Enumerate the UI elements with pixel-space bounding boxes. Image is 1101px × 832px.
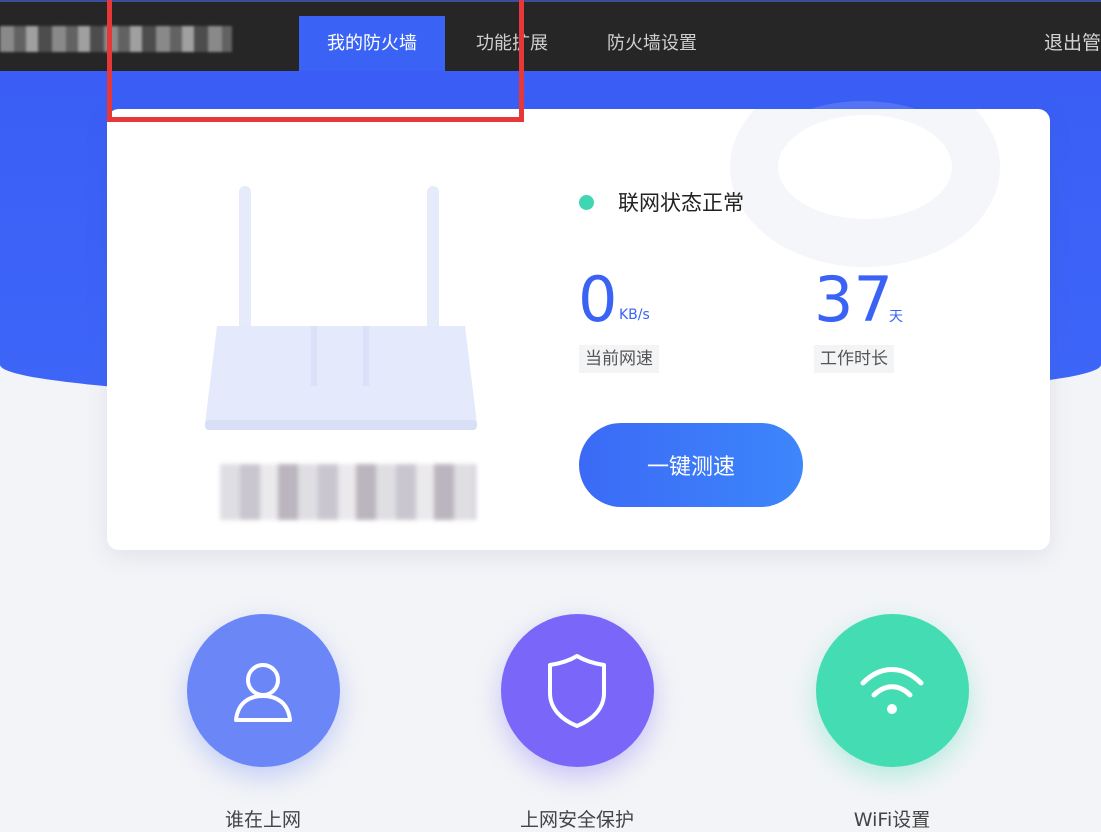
- wifi-icon: [860, 666, 924, 714]
- speed-value: 0: [578, 263, 618, 336]
- speed-test-button[interactable]: 一键测速: [579, 423, 803, 507]
- status-ok-indicator: [579, 195, 594, 210]
- feature-label-security: 上网安全保护: [519, 809, 634, 831]
- speed-unit: KB/s: [619, 307, 650, 323]
- feature-circle-who-online[interactable]: [186, 614, 340, 767]
- speed-label: 当前网速: [579, 345, 659, 373]
- logout-link[interactable]: 退出管: [1044, 16, 1101, 71]
- device-name-blurred: [220, 464, 476, 520]
- feature-who-online[interactable]: 谁在上网: [163, 614, 363, 832]
- feature-label-wifi: WiFi设置: [853, 809, 931, 831]
- tab-feature-extensions[interactable]: 功能扩展: [455, 16, 569, 71]
- feature-security-protection[interactable]: 上网安全保护: [477, 614, 677, 832]
- feature-wifi-settings[interactable]: WiFi设置: [792, 614, 992, 832]
- uptime-unit: 天: [889, 309, 903, 325]
- status-card: 联网状态正常 0 KB/s 当前网速 37 天 工作时长 一键测速: [107, 109, 1050, 550]
- top-nav-bar: 我的防火墙 功能扩展 防火墙设置 退出管: [0, 0, 1101, 71]
- top-accent-line: [0, 0, 1101, 2]
- uptime-value: 37: [814, 263, 893, 336]
- router-illustration: [205, 186, 477, 430]
- shield-icon: [548, 653, 606, 728]
- user-icon: [234, 662, 292, 722]
- connection-status-text: 联网状态正常: [618, 191, 744, 215]
- brand-name-blurred: [0, 26, 232, 52]
- feature-label-who-online: 谁在上网: [224, 809, 301, 831]
- feature-circle-security[interactable]: [500, 614, 654, 767]
- uptime-label: 工作时长: [814, 345, 894, 373]
- tab-firewall-settings[interactable]: 防火墙设置: [584, 16, 720, 71]
- feature-circle-wifi[interactable]: [815, 614, 969, 767]
- tab-my-firewall[interactable]: 我的防火墙: [299, 16, 445, 71]
